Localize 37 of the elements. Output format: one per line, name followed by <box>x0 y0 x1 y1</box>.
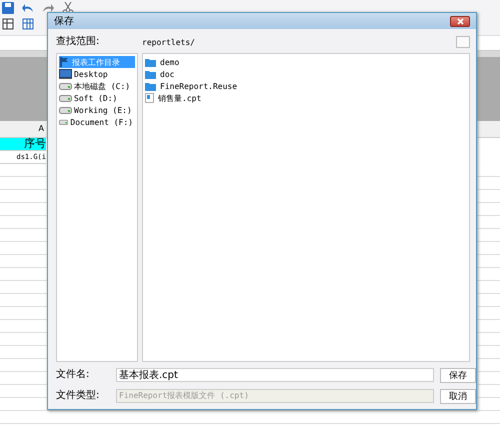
drive-icon <box>59 82 72 90</box>
path-label: reportlets/ <box>142 38 195 46</box>
filename-label: 文件名: <box>56 368 90 382</box>
filename-field[interactable]: 基本报表.cpt <box>116 368 434 382</box>
save-icon[interactable] <box>2 2 14 14</box>
save-button[interactable]: 保存 <box>440 368 476 382</box>
place-item[interactable]: Working (E:) <box>59 104 135 116</box>
document-icon <box>145 93 154 103</box>
folder-icon <box>145 58 156 66</box>
place-item[interactable]: 本地磁盘 (C:) <box>59 80 135 92</box>
filetype-label: 文件类型: <box>56 388 100 403</box>
folder-icon <box>145 70 156 78</box>
table-cell: 序号 <box>0 138 46 151</box>
column-header: A <box>38 123 44 135</box>
redo-icon[interactable] <box>42 2 54 14</box>
folder-icon <box>145 82 156 90</box>
file-item[interactable]: demo <box>145 56 467 68</box>
file-item[interactable]: FineReport.Reuse <box>145 80 467 92</box>
place-item[interactable]: Desktop <box>59 68 135 80</box>
file-item[interactable]: doc <box>145 68 467 80</box>
dialog-title: 保存 <box>54 15 74 28</box>
grid-icon[interactable] <box>2 18 14 30</box>
drive-icon <box>59 106 72 114</box>
undo-icon[interactable] <box>22 2 34 14</box>
look-in-label: 查找范围: <box>56 34 100 49</box>
drive-icon <box>59 118 68 126</box>
cancel-button[interactable]: 取消 <box>440 388 476 404</box>
scissors-icon[interactable] <box>62 2 74 14</box>
close-button[interactable] <box>450 16 470 26</box>
drive-icon <box>59 94 72 102</box>
file-item[interactable]: 销售量.cpt <box>145 92 467 104</box>
close-icon <box>456 18 464 24</box>
monitor-icon <box>59 69 72 79</box>
grid-icon[interactable] <box>22 18 34 30</box>
place-item[interactable]: Soft (D:) <box>59 92 135 104</box>
place-item[interactable]: Document (F:) <box>59 116 135 128</box>
flag-icon <box>59 57 70 67</box>
